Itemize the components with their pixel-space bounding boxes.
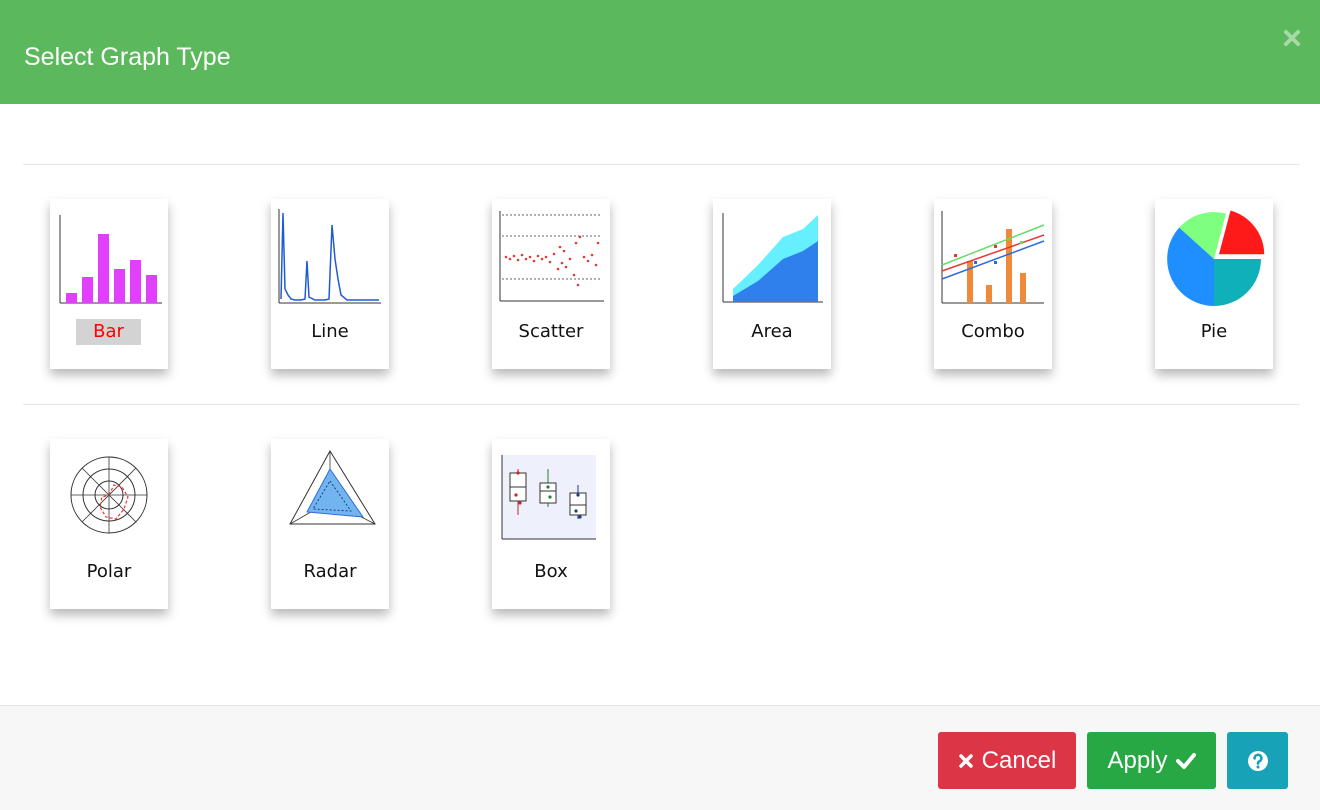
graph-card-label: Bar <box>76 319 141 345</box>
top-divider <box>23 164 1300 165</box>
times-icon <box>958 753 973 768</box>
check-icon <box>1175 752 1196 769</box>
graph-card-label: Radar <box>303 561 357 582</box>
area-chart-thumbnail-icon <box>722 213 823 303</box>
apply-button-label: Apply <box>1107 746 1168 774</box>
dialog-title: Select Graph Type <box>24 43 231 71</box>
graph-card-bar[interactable]: Bar <box>50 199 168 369</box>
graph-card-label: Scatter <box>518 321 584 342</box>
help-button[interactable] <box>1227 732 1288 789</box>
graph-card-box[interactable]: Box <box>492 439 610 609</box>
scatter-chart-thumbnail-icon <box>499 211 604 302</box>
cancel-button[interactable]: Cancel <box>938 732 1076 789</box>
combo-chart-thumbnail-icon <box>941 211 1045 304</box>
bar-chart-thumbnail-icon <box>59 215 162 304</box>
graph-card-combo[interactable]: Combo <box>934 199 1052 369</box>
graph-card-scatter[interactable]: Scatter <box>492 199 610 369</box>
graph-card-label: Combo <box>961 321 1025 342</box>
row-divider <box>23 404 1300 405</box>
graph-card-label: Box <box>534 561 568 582</box>
close-icon <box>1284 30 1300 46</box>
graph-card-area[interactable]: Area <box>713 199 831 369</box>
dialog-header: Select Graph Type <box>0 0 1320 104</box>
graph-card-radar[interactable]: Radar <box>271 439 389 609</box>
pie-chart-thumbnail-icon <box>1167 208 1266 306</box>
graph-card-pie[interactable]: Pie <box>1155 199 1273 369</box>
graph-card-polar[interactable]: Polar <box>50 439 168 609</box>
polar-chart-thumbnail-icon <box>70 456 148 534</box>
box-chart-thumbnail-icon <box>501 455 596 540</box>
graph-card-label: Pie <box>1200 321 1228 342</box>
radar-chart-thumbnail-icon <box>289 450 376 525</box>
graph-card-label: Polar <box>86 561 132 582</box>
apply-button[interactable]: Apply <box>1087 732 1216 789</box>
close-button[interactable] <box>1278 24 1306 52</box>
line-chart-thumbnail-icon <box>278 209 381 304</box>
cancel-button-label: Cancel <box>981 746 1057 774</box>
graph-card-label: Area <box>751 321 793 342</box>
graph-card-line[interactable]: Line <box>271 199 389 369</box>
graph-card-label: Line <box>311 321 349 342</box>
question-circle-icon <box>1247 750 1268 771</box>
dialog-footer: Cancel Apply <box>0 705 1320 810</box>
